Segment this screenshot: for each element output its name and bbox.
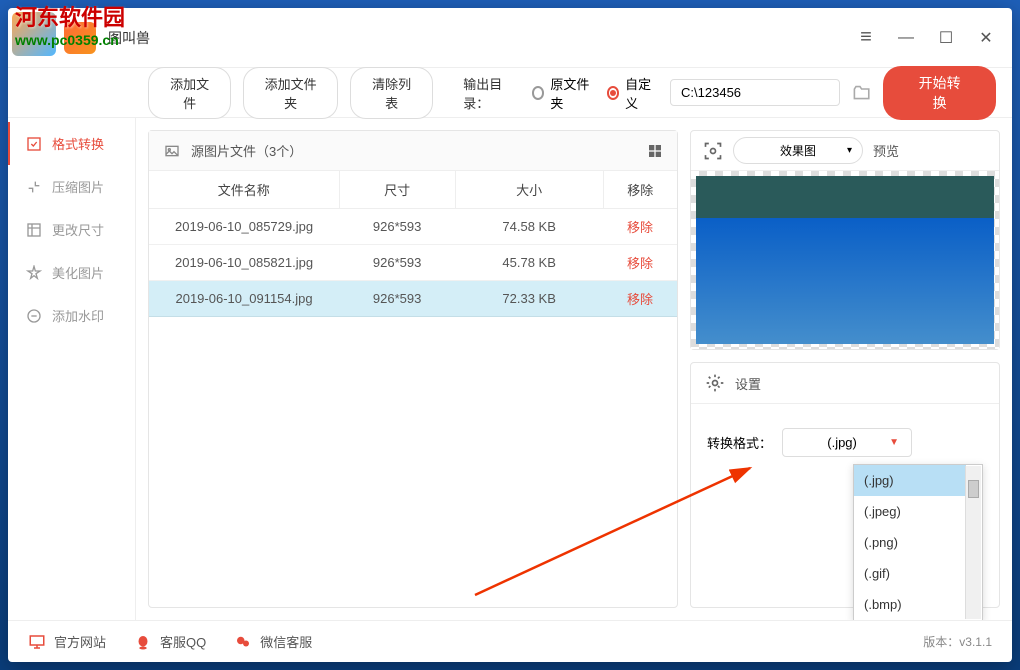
- annotation-arrow: [470, 460, 760, 600]
- sidebar-item-label: 格式转换: [52, 134, 104, 153]
- close-button[interactable]: ✕: [976, 28, 996, 48]
- sidebar-item-compress[interactable]: 压缩图片: [8, 165, 135, 208]
- wechat-icon: [234, 633, 252, 651]
- sidebar-item-label: 压缩图片: [52, 177, 104, 196]
- qq-icon: [134, 633, 152, 651]
- cell-filesize: 74.58 KB: [455, 209, 603, 245]
- cell-size: 926*593: [339, 245, 455, 281]
- footer-label: 官方网站: [54, 632, 106, 651]
- radio-icon: [532, 86, 545, 100]
- resize-icon: [26, 222, 42, 238]
- image-icon: [163, 143, 181, 159]
- clear-list-button[interactable]: 清除列表: [350, 67, 433, 119]
- cell-name: 2019-06-10_091154.jpg: [149, 281, 339, 317]
- browse-folder-icon[interactable]: [852, 83, 871, 103]
- table-row[interactable]: 2019-06-10_091154.jpg 926*593 72.33 KB 移…: [149, 281, 677, 317]
- effect-label: 效果图: [780, 142, 816, 159]
- col-size: 尺寸: [339, 171, 455, 209]
- footer-wechat[interactable]: 微信客服: [234, 632, 312, 651]
- cell-name: 2019-06-10_085821.jpg: [149, 245, 339, 281]
- radio-original-folder[interactable]: 原文件夹: [532, 74, 595, 112]
- compress-icon: [26, 179, 42, 195]
- footer-qq[interactable]: 客服QQ: [134, 632, 206, 651]
- remove-link[interactable]: 移除: [627, 292, 653, 307]
- radio-label: 自定义: [625, 74, 658, 112]
- preview-panel: 效果图 预览: [690, 130, 1000, 350]
- col-name: 文件名称: [149, 171, 339, 209]
- version-label: 版本：v3.1.1: [923, 633, 992, 650]
- col-remove: 移除: [603, 171, 677, 209]
- footer-label: 微信客服: [260, 632, 312, 651]
- watermark-icon: [26, 308, 42, 324]
- watermark-text: 河东软件园: [15, 0, 125, 32]
- add-file-button[interactable]: 添加文件: [148, 67, 231, 119]
- focus-icon: [703, 141, 723, 161]
- output-path-input[interactable]: [670, 79, 840, 106]
- preview-label: 预览: [873, 141, 899, 160]
- dropdown-option[interactable]: (.gif): [854, 558, 966, 589]
- caret-down-icon: ▼: [889, 437, 899, 448]
- sidebar-item-label: 更改尺寸: [52, 220, 104, 239]
- sidebar: 格式转换 压缩图片 更改尺寸 美化图片 添加水印: [8, 118, 136, 620]
- titlebar: 图叫兽 ≡ — ☐ ✕: [8, 8, 1012, 68]
- grid-view-icon[interactable]: [647, 143, 663, 159]
- dropdown-option[interactable]: (.bmp): [854, 589, 966, 620]
- menu-icon[interactable]: ≡: [856, 28, 876, 48]
- format-selected: (.jpg): [827, 435, 857, 450]
- preview-thumbnail: [696, 176, 994, 344]
- file-panel-header: 源图片文件（3个）: [149, 131, 677, 171]
- sidebar-item-resize[interactable]: 更改尺寸: [8, 208, 135, 251]
- cell-size: 926*593: [339, 281, 455, 317]
- effect-dropdown[interactable]: 效果图: [733, 137, 863, 164]
- format-dropdown-list: (.jpg) (.jpeg) (.png) (.gif) (.bmp): [853, 464, 983, 620]
- sidebar-item-beautify[interactable]: 美化图片: [8, 251, 135, 294]
- footer-website[interactable]: 官方网站: [28, 632, 106, 651]
- settings-title: 设置: [735, 374, 761, 393]
- file-table: 文件名称 尺寸 大小 移除 2019-06-10_085729.jpg 926*…: [149, 171, 677, 317]
- format-dropdown[interactable]: (.jpg) ▼: [782, 428, 912, 457]
- footer: 官方网站 客服QQ 微信客服 版本：v3.1.1: [8, 620, 1012, 662]
- convert-button[interactable]: 开始转换: [883, 66, 996, 120]
- dropdown-option[interactable]: (.png): [854, 527, 966, 558]
- dropdown-option[interactable]: (.jpeg): [854, 496, 966, 527]
- format-icon: [26, 136, 42, 152]
- radio-icon: [607, 86, 619, 100]
- cell-name: 2019-06-10_085729.jpg: [149, 209, 339, 245]
- sidebar-item-watermark[interactable]: 添加水印: [8, 294, 135, 337]
- dropdown-scrollbar[interactable]: [965, 466, 981, 619]
- maximize-button[interactable]: ☐: [936, 28, 956, 48]
- footer-label: 客服QQ: [160, 632, 206, 651]
- sidebar-item-label: 美化图片: [52, 263, 104, 282]
- add-folder-button[interactable]: 添加文件夹: [243, 67, 338, 119]
- dropdown-option[interactable]: (.jpg): [854, 465, 966, 496]
- file-panel-title: 源图片文件（3个）: [191, 141, 647, 160]
- format-label: 转换格式：: [707, 433, 772, 452]
- col-filesize: 大小: [455, 171, 603, 209]
- beautify-icon: [26, 265, 42, 281]
- remove-link[interactable]: 移除: [627, 256, 653, 271]
- watermark-url: www.pc0359.cn: [15, 32, 125, 48]
- output-label: 输出目录：: [463, 74, 520, 112]
- table-row[interactable]: 2019-06-10_085821.jpg 926*593 45.78 KB 移…: [149, 245, 677, 281]
- sidebar-item-format[interactable]: 格式转换: [8, 122, 135, 165]
- toolbar: 添加文件 添加文件夹 清除列表 输出目录： 原文件夹 自定义 开始转换: [8, 68, 1012, 118]
- preview-image: [691, 171, 999, 349]
- minimize-button[interactable]: —: [896, 28, 916, 48]
- table-row[interactable]: 2019-06-10_085729.jpg 926*593 74.58 KB 移…: [149, 209, 677, 245]
- remove-link[interactable]: 移除: [627, 220, 653, 235]
- watermark: 河东软件园 www.pc0359.cn: [15, 0, 125, 48]
- monitor-icon: [28, 633, 46, 651]
- radio-custom-folder[interactable]: 自定义: [607, 74, 658, 112]
- cell-size: 926*593: [339, 209, 455, 245]
- radio-label: 原文件夹: [550, 74, 594, 112]
- sidebar-item-label: 添加水印: [52, 306, 104, 325]
- cell-filesize: 72.33 KB: [455, 281, 603, 317]
- cell-filesize: 45.78 KB: [455, 245, 603, 281]
- gear-icon: [705, 373, 725, 393]
